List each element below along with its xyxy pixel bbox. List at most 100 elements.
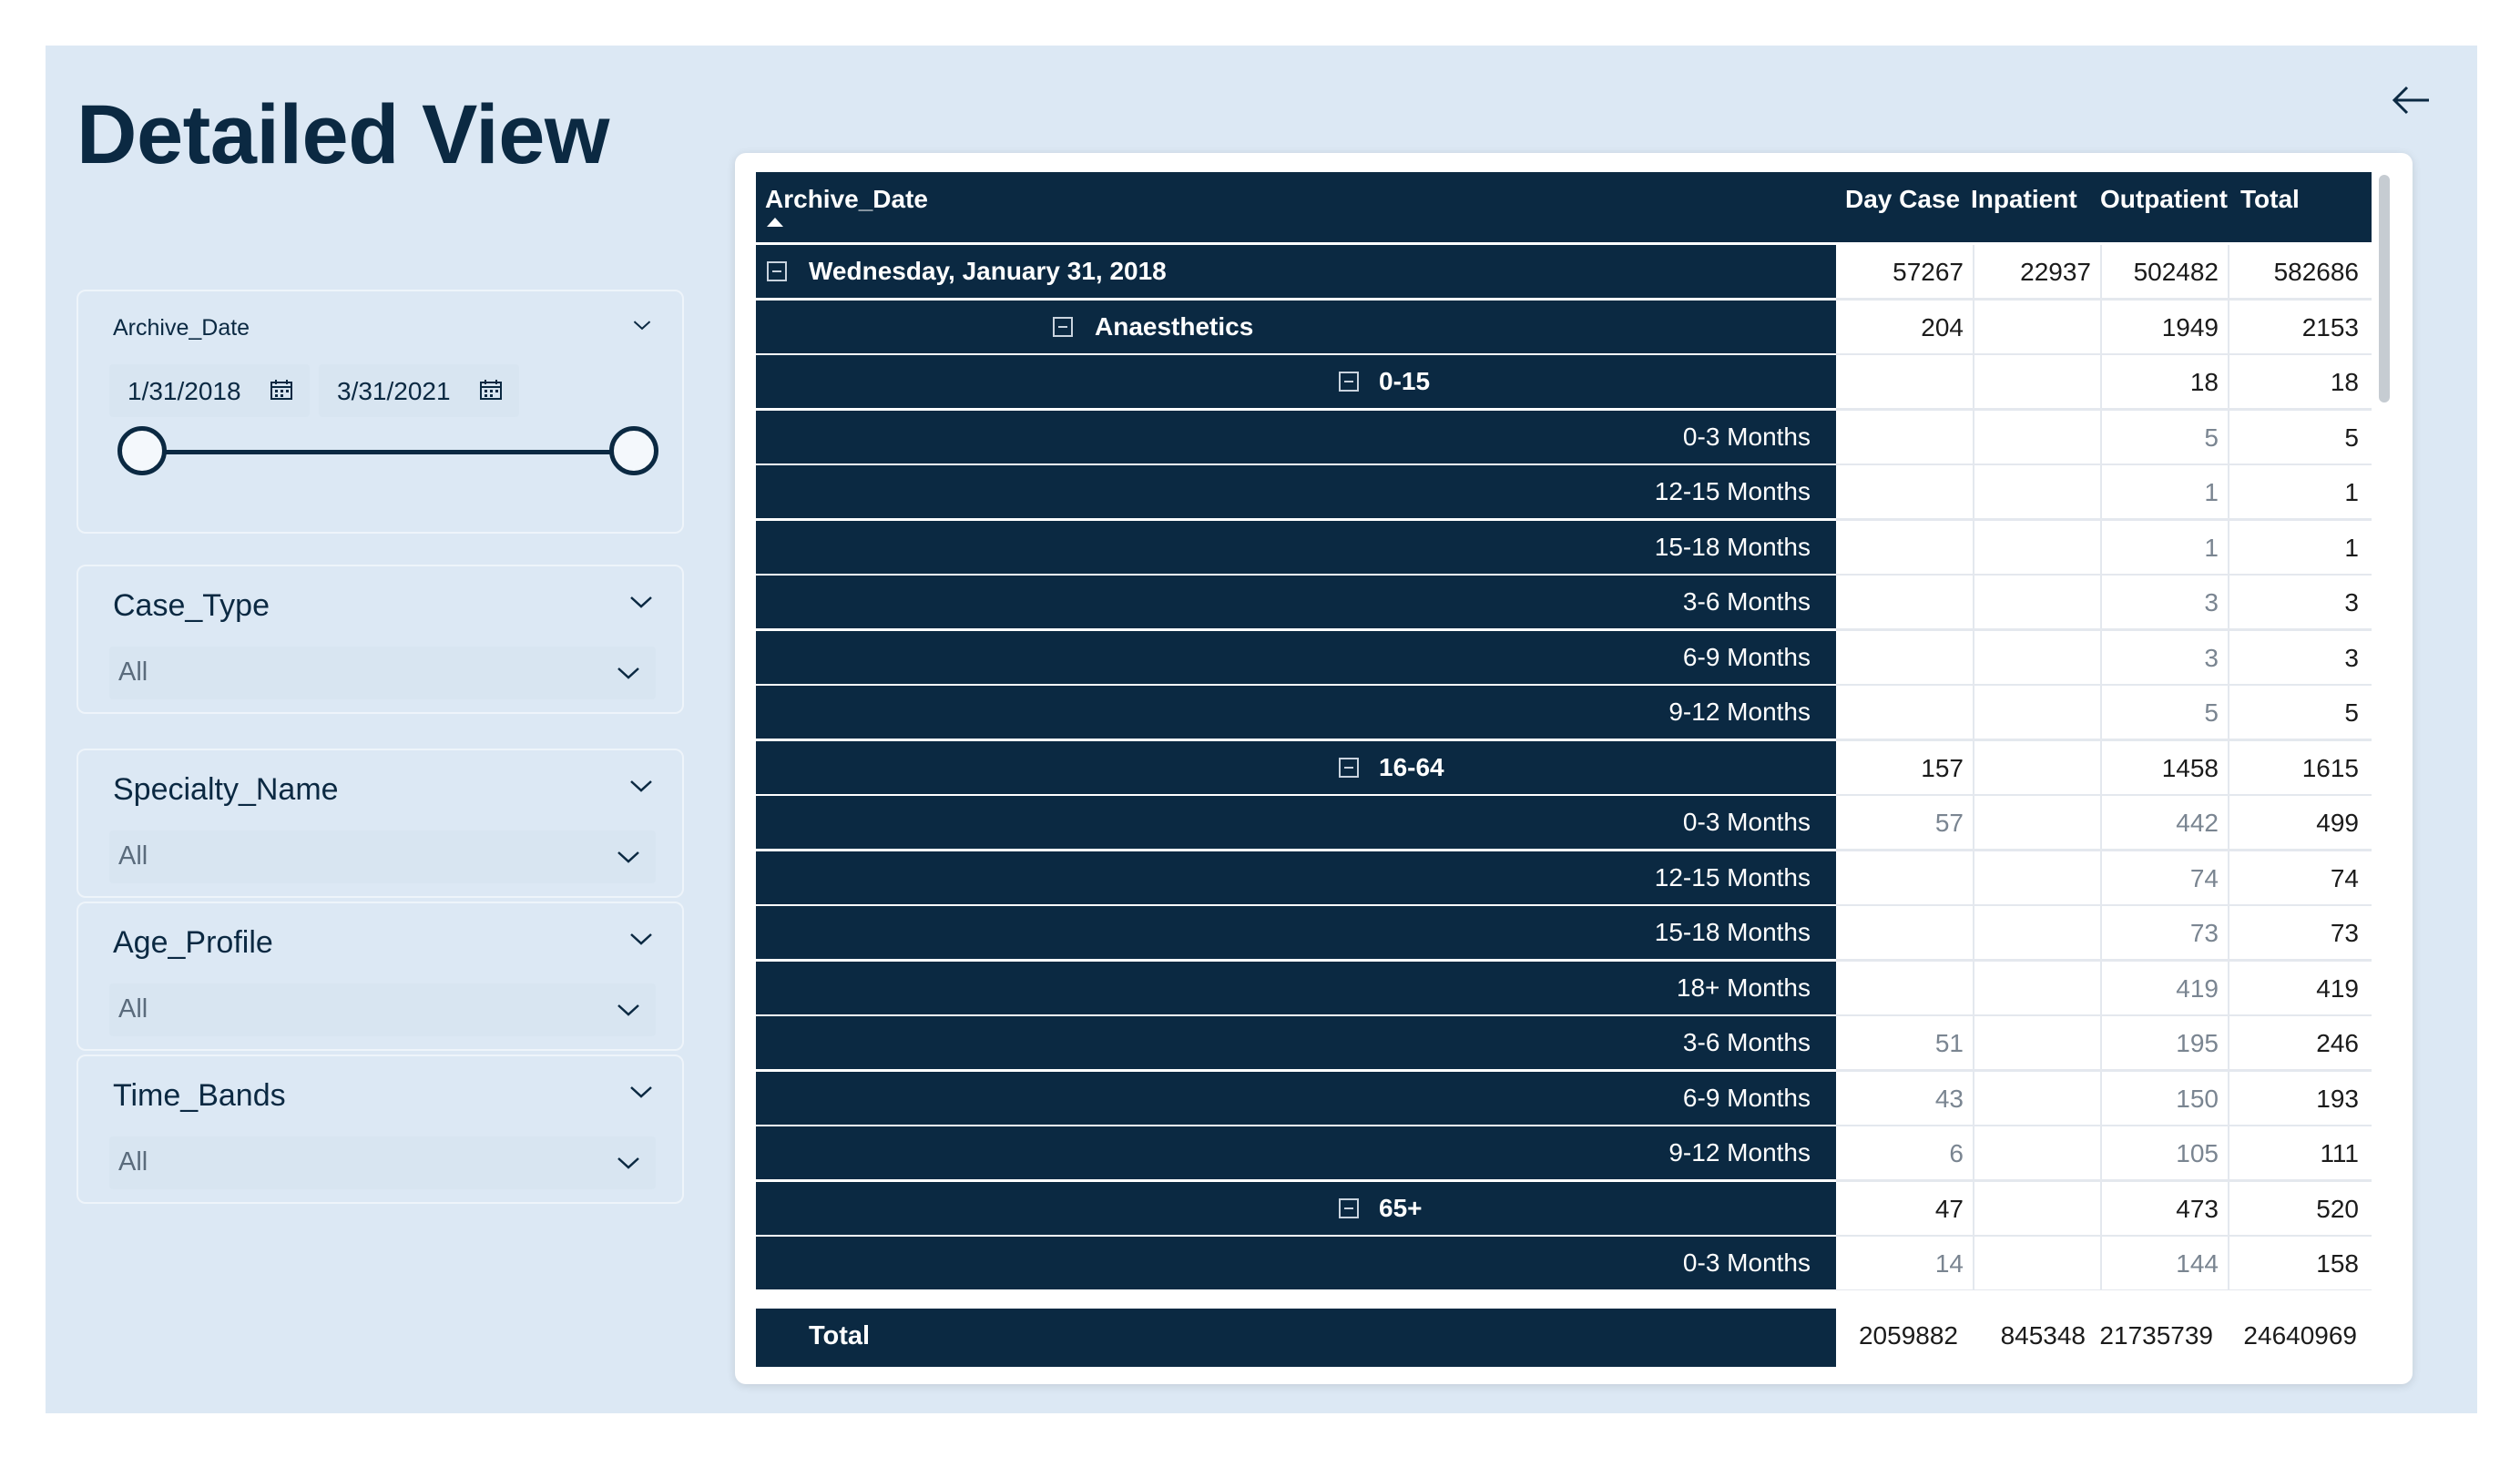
column-divider — [2100, 630, 2102, 684]
chevron-down-icon[interactable] — [614, 1155, 643, 1171]
row-label: 6-9 Months — [1682, 642, 1811, 671]
calendar-icon[interactable] — [270, 379, 293, 401]
value-cell: 74 — [2330, 863, 2359, 892]
row-label: 0-15 — [1379, 367, 1431, 395]
row-label: 3-6 Months — [1682, 587, 1811, 616]
value-cell: 5 — [2344, 698, 2359, 727]
table-row[interactable]: 0-3 Months 57 442 499 — [756, 796, 2372, 851]
table-row[interactable]: 0-3 Months 14 144 158 — [756, 1237, 2372, 1290]
chevron-down-icon[interactable] — [628, 1084, 654, 1100]
table-row[interactable]: 3-6 Months 51 195 246 — [756, 1016, 2372, 1072]
age-profile-value: All — [118, 994, 148, 1024]
case-type-dropdown[interactable]: All — [109, 647, 656, 699]
value-cell: 204 — [1921, 312, 1964, 341]
specialty-name-dropdown[interactable]: All — [109, 830, 656, 883]
collapse-toggle-icon[interactable] — [767, 261, 787, 281]
age-profile-dropdown[interactable]: All — [109, 983, 656, 1036]
column-divider — [2228, 796, 2229, 849]
column-divider — [1973, 300, 1974, 353]
row-header-archive-date[interactable]: Archive_Date — [765, 185, 928, 214]
col-header-total[interactable]: Total — [2240, 185, 2300, 214]
value-cell: 419 — [2176, 973, 2219, 1003]
value-cell: 158 — [2316, 1249, 2359, 1278]
range-start-handle[interactable] — [117, 426, 167, 475]
column-divider — [2228, 1071, 2229, 1125]
vertical-scrollbar[interactable] — [2379, 175, 2390, 402]
table-row[interactable]: 12-15 Months 1 1 — [756, 465, 2372, 521]
chevron-down-icon[interactable] — [632, 319, 652, 331]
chevron-down-icon[interactable] — [628, 931, 654, 947]
chevron-down-icon[interactable] — [628, 594, 654, 610]
value-cell: 582686 — [2273, 258, 2359, 286]
value-cell: 111 — [2320, 1139, 2359, 1167]
sort-ascending-icon[interactable] — [767, 218, 783, 227]
value-cell: 5 — [2204, 423, 2219, 452]
table-row[interactable]: Anaesthetics 204 1949 2153 — [756, 300, 2372, 355]
row-header-cell: 9-12 Months — [756, 686, 1836, 739]
table-row[interactable]: 9-12 Months 6 105 111 — [756, 1126, 2372, 1182]
chevron-down-icon[interactable] — [614, 849, 643, 865]
table-row[interactable]: 15-18 Months 1 1 — [756, 520, 2372, 576]
range-end-handle[interactable] — [609, 426, 658, 475]
row-label: Anaesthetics — [1095, 311, 1254, 341]
value-cell: 3 — [2204, 588, 2219, 616]
table-row[interactable]: 0-3 Months 5 5 — [756, 410, 2372, 465]
table-row[interactable]: 18+ Months 419 419 — [756, 961, 2372, 1016]
time-bands-dropdown[interactable]: All — [109, 1136, 656, 1189]
table-row[interactable]: 3-6 Months 3 3 — [756, 576, 2372, 631]
date-range-track[interactable] — [142, 450, 634, 454]
row-header-cell: 16-64 — [756, 740, 1836, 794]
row-header-cell: 9-12 Months — [756, 1126, 1836, 1179]
table-row[interactable]: 0-15 18 18 — [756, 355, 2372, 411]
calendar-icon[interactable] — [479, 379, 503, 401]
row-label: 6-9 Months — [1682, 1083, 1811, 1112]
end-date-field[interactable]: 3/31/2021 — [319, 364, 519, 417]
chevron-down-icon[interactable] — [614, 1002, 643, 1018]
value-cell: 442 — [2176, 809, 2219, 837]
column-divider — [2228, 1181, 2229, 1235]
value-cell: 22937 — [2020, 258, 2091, 286]
col-header-inpatient[interactable]: Inpatient — [1971, 185, 2077, 214]
value-cell: 73 — [2189, 919, 2219, 947]
table-row[interactable]: 65+ 47 473 520 — [756, 1181, 2372, 1237]
collapse-toggle-icon[interactable] — [1339, 372, 1359, 392]
col-header-day-case[interactable]: Day Case — [1845, 185, 1960, 214]
age-profile-slicer: Age_Profile All — [77, 902, 684, 1051]
value-cell: 105 — [2176, 1139, 2219, 1167]
start-date-text: 1/31/2018 — [128, 377, 241, 405]
column-divider — [2100, 1126, 2102, 1179]
time-bands-label: Time_Bands — [113, 1078, 286, 1113]
collapse-toggle-icon[interactable] — [1053, 316, 1073, 337]
value-cell: 499 — [2316, 809, 2359, 837]
col-header-outpatient[interactable]: Outpatient — [2100, 185, 2228, 214]
column-divider — [2100, 520, 2102, 574]
column-divider — [1973, 961, 1974, 1014]
table-row[interactable]: 6-9 Months 3 3 — [756, 630, 2372, 686]
column-divider — [1973, 1181, 1974, 1235]
table-row[interactable]: 12-15 Months 74 74 — [756, 851, 2372, 906]
column-divider — [1973, 796, 1974, 849]
start-date-field[interactable]: 1/31/2018 — [109, 364, 310, 417]
table-row[interactable]: Wednesday, January 31, 2018 57267 22937 502… — [756, 245, 2372, 301]
collapse-toggle-icon[interactable] — [1339, 757, 1359, 778]
row-label: 18+ Months — [1676, 973, 1811, 1002]
collapse-toggle-icon[interactable] — [1339, 1197, 1359, 1218]
column-divider — [2228, 410, 2229, 464]
table-row[interactable]: 16-64 157 1458 1615 — [756, 740, 2372, 796]
chevron-down-icon[interactable] — [628, 778, 654, 794]
chevron-down-icon[interactable] — [614, 665, 643, 681]
value-cell: 246 — [2316, 1029, 2359, 1057]
table-row[interactable]: 15-18 Months 73 73 — [756, 906, 2372, 962]
matrix-body: Wednesday, January 31, 2018 57267 22937 502… — [756, 245, 2372, 1290]
column-divider — [2100, 1237, 2102, 1289]
table-row[interactable]: 6-9 Months 43 150 193 — [756, 1071, 2372, 1126]
column-divider — [2100, 740, 2102, 794]
value-cell: 1 — [2204, 533, 2219, 562]
column-divider — [2228, 1237, 2229, 1289]
back-arrow-icon[interactable] — [2382, 80, 2436, 120]
column-divider — [1973, 1071, 1974, 1125]
case-type-slicer: Case_Type All — [77, 565, 684, 714]
table-row[interactable]: 9-12 Months 5 5 — [756, 686, 2372, 741]
column-divider — [2228, 961, 2229, 1014]
end-date-text: 3/31/2021 — [337, 377, 451, 405]
